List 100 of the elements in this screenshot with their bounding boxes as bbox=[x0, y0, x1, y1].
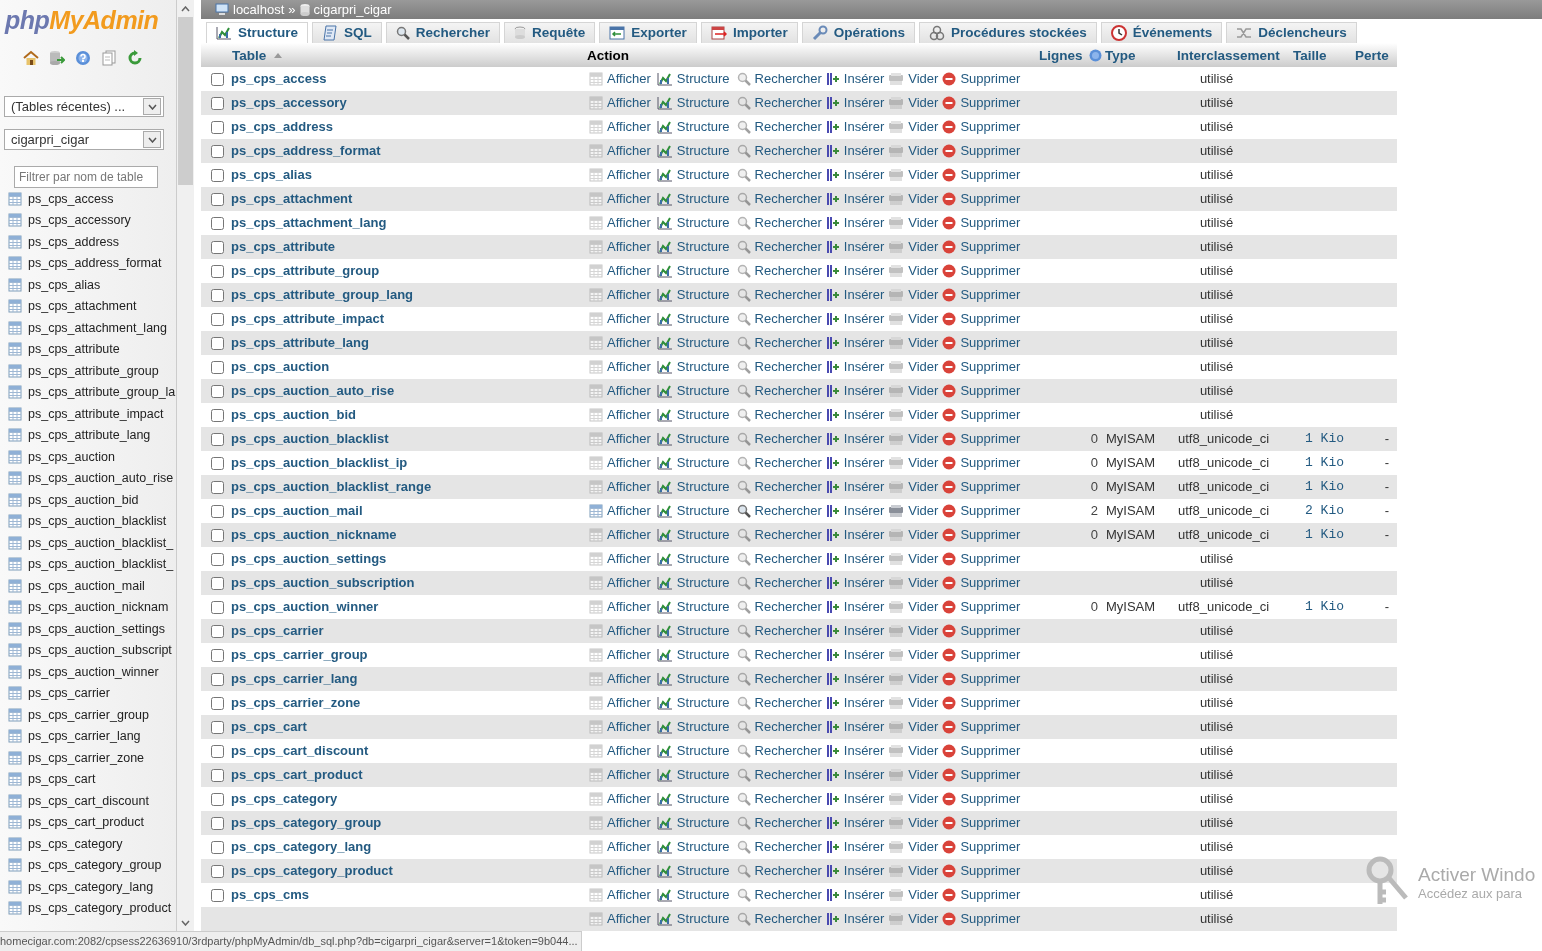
table-name-link[interactable]: ps_cps_cart_discount bbox=[231, 743, 369, 758]
row-checkbox[interactable] bbox=[210, 265, 224, 279]
search-link[interactable]: Rechercher bbox=[736, 383, 822, 399]
drop-link[interactable]: Supprimer bbox=[942, 719, 1021, 735]
tab[interactable]: Structure bbox=[206, 21, 308, 43]
row-checkbox[interactable] bbox=[210, 481, 224, 495]
insert-link[interactable]: Insérer bbox=[825, 383, 885, 399]
table-list-item[interactable]: ps_cps_attachment_lang bbox=[0, 317, 176, 339]
drop-link[interactable]: Supprimer bbox=[942, 623, 1021, 639]
empty-link[interactable]: Vider bbox=[888, 647, 939, 663]
drop-link[interactable]: Supprimer bbox=[942, 887, 1021, 903]
table-list-item[interactable]: ps_cps_address_format bbox=[0, 252, 176, 274]
empty-link[interactable]: Vider bbox=[888, 623, 939, 639]
empty-link[interactable]: Vider bbox=[888, 863, 939, 879]
table-name-link[interactable]: ps_cps_access bbox=[231, 71, 327, 86]
empty-link[interactable]: Vider bbox=[888, 167, 939, 183]
row-checkbox[interactable] bbox=[210, 169, 224, 183]
search-link[interactable]: Rechercher bbox=[736, 71, 822, 87]
empty-link[interactable]: Vider bbox=[888, 335, 939, 351]
search-link[interactable]: Rechercher bbox=[736, 335, 822, 351]
row-checkbox[interactable] bbox=[210, 241, 224, 255]
structure-link[interactable]: Structure bbox=[656, 791, 730, 807]
structure-link[interactable]: Structure bbox=[656, 455, 730, 471]
structure-link[interactable]: Structure bbox=[656, 431, 730, 447]
browse-link[interactable]: Afficher bbox=[589, 791, 651, 807]
search-link[interactable]: Rechercher bbox=[736, 863, 822, 879]
search-link[interactable]: Rechercher bbox=[736, 839, 822, 855]
empty-link[interactable]: Vider bbox=[888, 95, 939, 111]
row-checkbox[interactable] bbox=[210, 817, 224, 831]
empty-link[interactable]: Vider bbox=[888, 215, 939, 231]
insert-link[interactable]: Insérer bbox=[825, 431, 885, 447]
tab[interactable]: Déclencheurs bbox=[1226, 21, 1357, 43]
structure-link[interactable]: Structure bbox=[656, 599, 730, 615]
table-name-link[interactable]: ps_cps_carrier bbox=[231, 623, 324, 638]
drop-link[interactable]: Supprimer bbox=[942, 863, 1021, 879]
drop-link[interactable]: Supprimer bbox=[942, 455, 1021, 471]
structure-link[interactable]: Structure bbox=[656, 479, 730, 495]
table-name-link[interactable]: ps_cps_category_lang bbox=[231, 839, 372, 854]
insert-link[interactable]: Insérer bbox=[825, 695, 885, 711]
empty-link[interactable]: Vider bbox=[888, 527, 939, 543]
structure-link[interactable]: Structure bbox=[656, 911, 730, 927]
browse-link[interactable]: Afficher bbox=[589, 551, 651, 567]
insert-link[interactable]: Insérer bbox=[825, 263, 885, 279]
structure-link[interactable]: Structure bbox=[656, 359, 730, 375]
structure-link[interactable]: Structure bbox=[656, 623, 730, 639]
search-link[interactable]: Rechercher bbox=[736, 119, 822, 135]
browse-link[interactable]: Afficher bbox=[589, 455, 651, 471]
search-link[interactable]: Rechercher bbox=[736, 143, 822, 159]
structure-link[interactable]: Structure bbox=[656, 311, 730, 327]
database-link[interactable]: cigarpri_cigar bbox=[313, 1, 392, 17]
search-link[interactable]: Rechercher bbox=[736, 599, 822, 615]
drop-link[interactable]: Supprimer bbox=[942, 479, 1021, 495]
row-checkbox[interactable] bbox=[210, 505, 224, 519]
row-checkbox[interactable] bbox=[210, 697, 224, 711]
browse-link[interactable]: Afficher bbox=[589, 479, 651, 495]
table-name-link[interactable]: ps_cps_attribute bbox=[231, 239, 336, 254]
drop-link[interactable]: Supprimer bbox=[942, 383, 1021, 399]
table-list-item[interactable]: ps_cps_attribute_impact bbox=[0, 403, 176, 425]
search-link[interactable]: Rechercher bbox=[736, 551, 822, 567]
drop-link[interactable]: Supprimer bbox=[942, 119, 1021, 135]
insert-link[interactable]: Insérer bbox=[825, 719, 885, 735]
browse-link[interactable]: Afficher bbox=[589, 287, 651, 303]
table-list-item[interactable]: ps_cps_auction_bid bbox=[0, 489, 176, 511]
scrollbar[interactable] bbox=[177, 0, 194, 931]
insert-link[interactable]: Insérer bbox=[825, 671, 885, 687]
search-link[interactable]: Rechercher bbox=[736, 671, 822, 687]
browse-link[interactable]: Afficher bbox=[589, 311, 651, 327]
insert-link[interactable]: Insérer bbox=[825, 839, 885, 855]
insert-link[interactable]: Insérer bbox=[825, 359, 885, 375]
row-checkbox[interactable] bbox=[210, 457, 224, 471]
browse-link[interactable]: Afficher bbox=[589, 239, 651, 255]
structure-link[interactable]: Structure bbox=[656, 143, 730, 159]
browse-link[interactable]: Afficher bbox=[589, 431, 651, 447]
structure-link[interactable]: Structure bbox=[656, 767, 730, 783]
table-name-link[interactable]: ps_cps_category bbox=[231, 791, 338, 806]
search-link[interactable]: Rechercher bbox=[736, 95, 822, 111]
table-list-item[interactable]: ps_cps_cart_discount bbox=[0, 790, 176, 812]
empty-link[interactable]: Vider bbox=[888, 359, 939, 375]
row-checkbox[interactable] bbox=[210, 601, 224, 615]
structure-link[interactable]: Structure bbox=[656, 95, 730, 111]
insert-link[interactable]: Insérer bbox=[825, 575, 885, 591]
drop-link[interactable]: Supprimer bbox=[942, 839, 1021, 855]
search-link[interactable]: Rechercher bbox=[736, 167, 822, 183]
tab[interactable]: Exporter bbox=[599, 21, 697, 43]
browse-link[interactable]: Afficher bbox=[589, 623, 651, 639]
browse-link[interactable]: Afficher bbox=[589, 647, 651, 663]
insert-link[interactable]: Insérer bbox=[825, 335, 885, 351]
empty-link[interactable]: Vider bbox=[888, 455, 939, 471]
structure-link[interactable]: Structure bbox=[656, 743, 730, 759]
table-list-item[interactable]: ps_cps_accessory bbox=[0, 209, 176, 231]
browse-link[interactable]: Afficher bbox=[589, 863, 651, 879]
empty-link[interactable]: Vider bbox=[888, 767, 939, 783]
table-name-link[interactable]: ps_cps_auction_blacklist_ip bbox=[231, 455, 408, 470]
drop-link[interactable]: Supprimer bbox=[942, 311, 1021, 327]
table-list-item[interactable]: ps_cps_auction_subscript bbox=[0, 639, 176, 661]
table-name-link[interactable]: ps_cps_auction_blacklist_range bbox=[231, 479, 432, 494]
structure-link[interactable]: Structure bbox=[656, 503, 730, 519]
browse-link[interactable]: Afficher bbox=[589, 695, 651, 711]
insert-link[interactable]: Insérer bbox=[825, 239, 885, 255]
browse-link[interactable]: Afficher bbox=[589, 671, 651, 687]
